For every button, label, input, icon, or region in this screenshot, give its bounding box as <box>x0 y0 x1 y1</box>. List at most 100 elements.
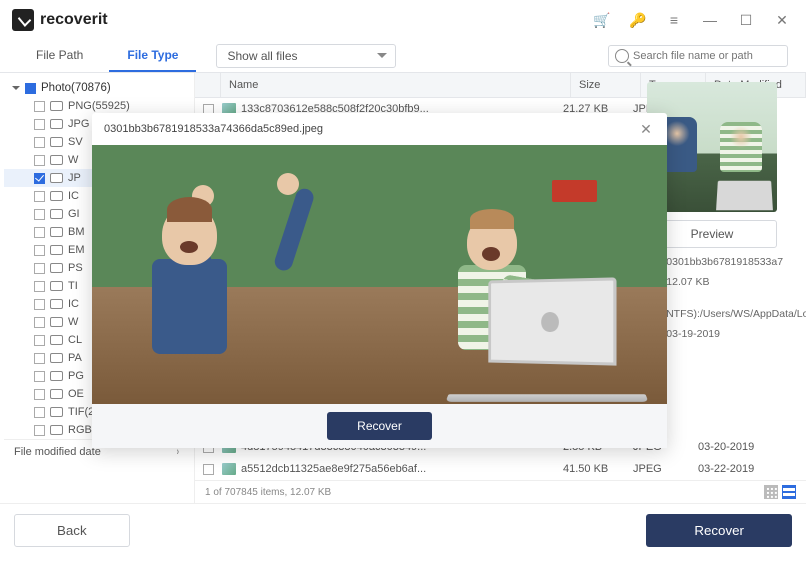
tree-label: EM <box>68 244 85 256</box>
tab-file-path[interactable]: File Path <box>18 40 101 72</box>
bottom-bar: Back Recover <box>0 503 806 557</box>
checkbox[interactable] <box>34 299 45 310</box>
show-all-dropdown[interactable]: Show all files <box>216 44 396 68</box>
search-input[interactable] <box>633 50 781 62</box>
cart-icon[interactable]: 🛒 <box>590 8 614 32</box>
folder-icon <box>50 281 63 291</box>
tab-bar: File Path File Type Show all files <box>0 40 806 73</box>
folder-icon <box>50 407 63 417</box>
titlebar: recoverit 🛒 🔑 ≡ — ☐ ✕ <box>0 0 806 40</box>
checkbox[interactable] <box>34 281 45 292</box>
tree-label: BM <box>68 226 85 238</box>
thumbnail-icon <box>222 463 236 475</box>
checkbox[interactable] <box>34 209 45 220</box>
checkbox[interactable] <box>34 407 45 418</box>
checkbox[interactable] <box>34 245 45 256</box>
checkbox[interactable] <box>34 137 45 148</box>
list-view-icon[interactable] <box>782 485 796 499</box>
folder-icon <box>50 173 63 183</box>
tree-label: PA <box>68 352 82 364</box>
titlebar-controls: 🛒 🔑 ≡ — ☐ ✕ <box>590 8 794 32</box>
checkbox[interactable] <box>34 119 45 130</box>
modal-footer: Recover <box>92 404 667 448</box>
checkbox[interactable] <box>34 263 45 274</box>
tree-label: TI <box>68 280 78 292</box>
tree-label: JP <box>68 172 81 184</box>
checkbox[interactable] <box>34 173 45 184</box>
tree-label: SV <box>68 136 83 148</box>
status-text: 1 of 707845 items, 12.07 KB <box>205 487 331 498</box>
folder-icon <box>50 155 63 165</box>
close-icon[interactable]: ✕ <box>770 8 794 32</box>
folder-icon <box>50 425 63 435</box>
view-toggle <box>764 485 796 499</box>
meta-size: 12.07 KB <box>666 276 709 288</box>
app-name: recoverit <box>40 11 108 29</box>
grid-view-icon[interactable] <box>764 485 778 499</box>
checkbox[interactable] <box>34 353 45 364</box>
checkbox[interactable] <box>34 425 45 436</box>
checkbox[interactable] <box>34 227 45 238</box>
checkbox[interactable] <box>34 389 45 400</box>
tree-label: GI <box>68 208 80 220</box>
meta-path: C(NTFS):/Users/WS/AppData/Loca... <box>655 308 806 320</box>
folder-icon <box>50 209 63 219</box>
modal-title: 0301bb3b6781918533a74366da5c89ed.jpeg <box>104 123 323 135</box>
search-field[interactable] <box>608 45 788 67</box>
key-icon[interactable]: 🔑 <box>626 8 650 32</box>
folder-icon <box>50 299 63 309</box>
tree-label: W <box>68 154 78 166</box>
meta-filename: 0301bb3b6781918533a7 <box>666 256 783 268</box>
back-button[interactable]: Back <box>14 514 130 547</box>
folder-icon <box>50 191 63 201</box>
checkbox[interactable] <box>34 335 45 346</box>
caret-down-icon <box>12 86 20 94</box>
modal-close-icon[interactable]: ✕ <box>637 120 655 138</box>
row-checkbox[interactable] <box>203 464 214 475</box>
folder-icon <box>50 137 63 147</box>
folder-icon <box>50 263 63 273</box>
checkbox[interactable] <box>34 101 45 112</box>
modal-recover-button[interactable]: Recover <box>327 412 432 440</box>
minimize-icon[interactable]: — <box>698 8 722 32</box>
status-bar: 1 of 707845 items, 12.07 KB <box>195 480 806 503</box>
folder-icon <box>50 335 63 345</box>
th-size[interactable]: Size <box>571 73 641 97</box>
app-logo: recoverit <box>12 9 108 31</box>
checkbox[interactable] <box>34 317 45 328</box>
filter-bar: Show all files <box>216 44 788 68</box>
checkbox-root[interactable] <box>25 83 36 94</box>
file-metadata: e: 0301bb3b6781918533a7 e: 12.07 KB h: C… <box>647 256 794 348</box>
folder-icon <box>50 353 63 363</box>
tree-root[interactable]: Photo(70876) <box>4 79 190 97</box>
hamburger-icon[interactable]: ≡ <box>662 8 686 32</box>
tree-label: PG <box>68 370 84 382</box>
checkbox[interactable] <box>34 191 45 202</box>
tree-label: JPG <box>68 118 89 130</box>
tree-label: PNG(55925) <box>68 100 130 112</box>
folder-icon <box>50 317 63 327</box>
checkbox[interactable] <box>34 155 45 166</box>
recover-button[interactable]: Recover <box>646 514 792 547</box>
checkbox[interactable] <box>34 371 45 382</box>
modal-image <box>92 145 667 404</box>
tree-label: IC <box>68 190 79 202</box>
logo-mark-icon <box>12 9 34 31</box>
tree-label: CL <box>68 334 82 346</box>
tab-file-type[interactable]: File Type <box>109 40 196 72</box>
search-icon <box>615 49 629 63</box>
tree-label: OE <box>68 388 84 400</box>
table-row[interactable]: a5512dcb11325ae8e9f275a56eb6af...41.50 K… <box>195 458 806 480</box>
folder-icon <box>50 101 63 111</box>
maximize-icon[interactable]: ☐ <box>734 8 758 32</box>
preview-modal: 0301bb3b6781918533a74366da5c89ed.jpeg ✕ … <box>92 113 667 448</box>
modal-header: 0301bb3b6781918533a74366da5c89ed.jpeg ✕ <box>92 113 667 145</box>
folder-icon <box>50 119 63 129</box>
tree-label: PS <box>68 262 83 274</box>
th-name[interactable]: Name <box>221 73 571 97</box>
folder-icon <box>50 245 63 255</box>
folder-icon <box>50 389 63 399</box>
folder-icon <box>50 371 63 381</box>
folder-icon <box>50 227 63 237</box>
tree-label: IC <box>68 298 79 310</box>
